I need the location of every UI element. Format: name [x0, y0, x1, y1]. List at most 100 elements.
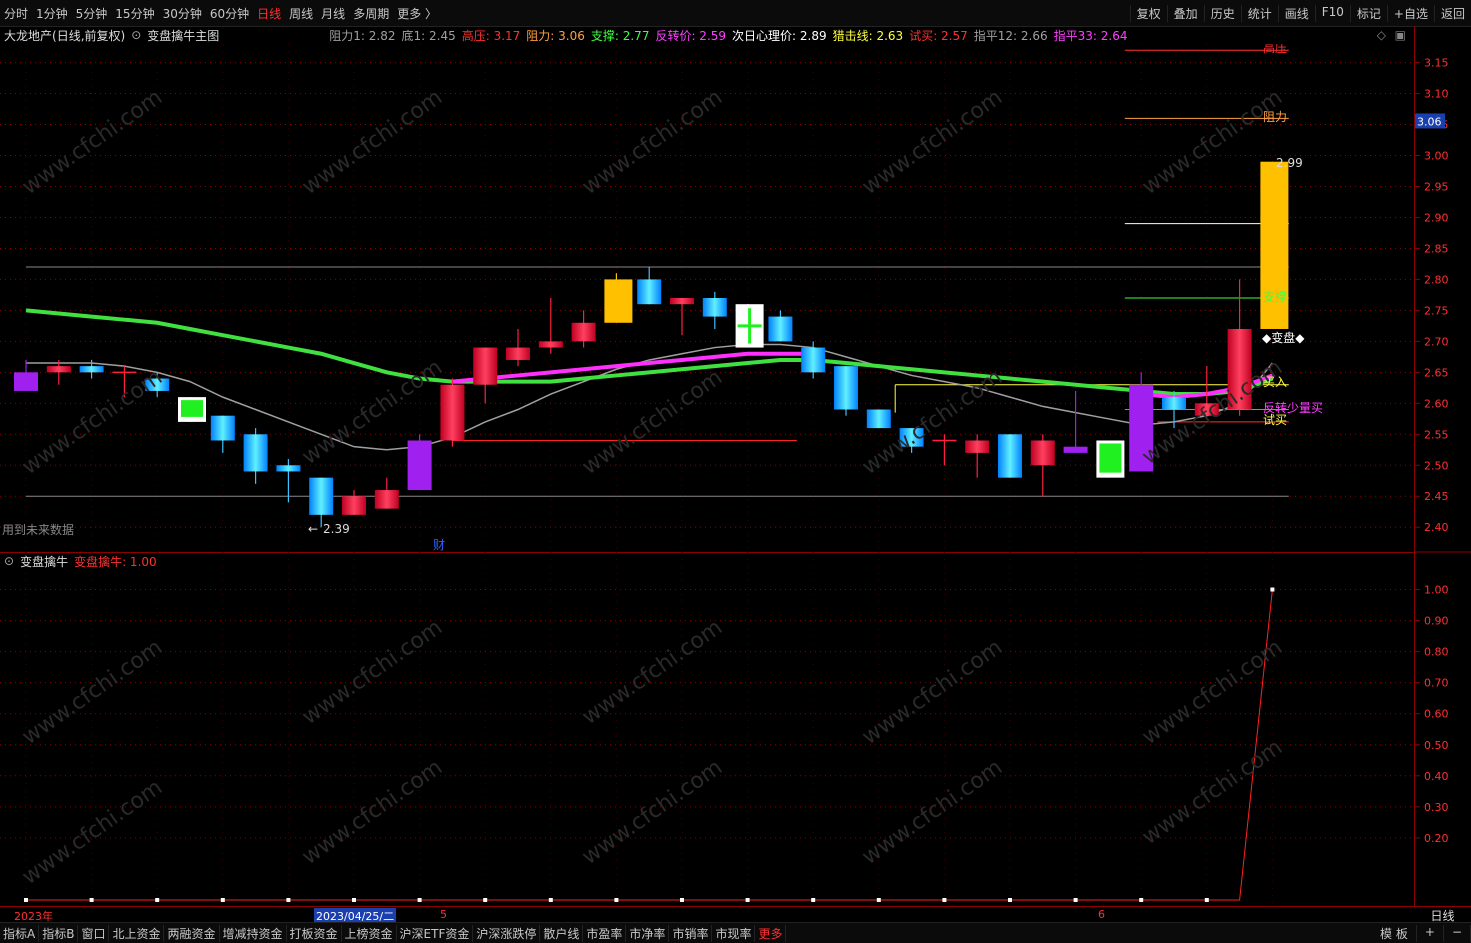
info-value-9: 指平12: 2.66 [973, 28, 1048, 43]
tab-2[interactable]: 窗口 [78, 924, 110, 942]
diamond-icon[interactable]: ◇ [1377, 28, 1386, 42]
sub-point [942, 898, 947, 902]
bottom-tabs: 指标A 指标B 窗口 北上资金 两融资金 增减持资金 打板资金 上榜资金 沪深ETF资金 沪深涨跌… [0, 922, 1471, 943]
tab-15[interactable]: 更多 [755, 924, 787, 942]
period-1[interactable]: 1分钟 [32, 5, 72, 22]
candle[interactable] [14, 359, 38, 391]
candle-body [1063, 446, 1088, 453]
candle[interactable] [571, 310, 596, 348]
candle[interactable] [834, 366, 858, 416]
tab-7[interactable]: 上榜资金 [342, 924, 397, 942]
action-2[interactable]: 历史 [1203, 4, 1241, 22]
candle[interactable] [145, 372, 170, 398]
candle[interactable] [998, 434, 1022, 478]
candle[interactable] [768, 310, 793, 342]
candle[interactable] [178, 397, 206, 422]
tab-12[interactable]: 市净率 [626, 924, 670, 942]
candle[interactable] [932, 434, 957, 466]
action-6[interactable]: 标记 [1349, 4, 1387, 22]
candle[interactable] [440, 378, 465, 447]
period-4[interactable]: 30分钟 [159, 5, 206, 22]
candle-body [604, 279, 633, 323]
tab-13[interactable]: 市销率 [669, 924, 713, 942]
period-8[interactable]: 月线 [317, 5, 349, 22]
period-6[interactable]: 日线 [253, 5, 285, 22]
candle[interactable] [538, 298, 563, 354]
sub-indicator-chart[interactable] [0, 552, 1414, 906]
tab-right-1[interactable]: + [1417, 924, 1444, 942]
candle-body [46, 366, 71, 373]
candle[interactable] [374, 477, 399, 509]
action-5[interactable]: F10 [1314, 4, 1350, 22]
window-icon[interactable]: ▣ [1395, 28, 1406, 42]
candle[interactable] [1063, 390, 1088, 453]
candlestick-chart[interactable]: 用到未来数据 ← 2.392.99财高压阻力支撑◆变盘◆买入反转少量买试买 [0, 40, 1414, 552]
action-3[interactable]: 统计 [1240, 4, 1278, 22]
candle[interactable] [735, 304, 764, 348]
tab-6[interactable]: 打板资金 [287, 924, 342, 942]
candle-body [1162, 397, 1186, 410]
tab-11[interactable]: 市盈率 [583, 924, 627, 942]
action-7[interactable]: +自选 [1386, 4, 1434, 22]
candle[interactable] [965, 434, 990, 478]
candle[interactable] [342, 490, 366, 515]
sub-tick-label: 0.20 [1424, 832, 1449, 845]
tab-9[interactable]: 沪深涨跌停 [473, 924, 541, 942]
tab-right-0[interactable]: 模 板 [1372, 924, 1417, 942]
support-label: 支撑 [1263, 289, 1287, 304]
price-tick-label: 2.90 [1424, 211, 1449, 224]
candle[interactable] [637, 267, 662, 305]
period-9[interactable]: 多周期 [349, 5, 393, 22]
tab-5[interactable]: 增减持资金 [220, 924, 287, 942]
tab-0[interactable]: 指标A [0, 924, 40, 942]
tab-4[interactable]: 两融资金 [164, 924, 220, 942]
indicator-toggle-icon[interactable]: ⊙ [131, 28, 141, 42]
candle[interactable] [243, 428, 268, 484]
candle[interactable] [1096, 440, 1125, 478]
action-0[interactable]: 复权 [1129, 4, 1167, 22]
candle[interactable] [899, 428, 924, 453]
candle[interactable] [473, 347, 498, 404]
candle[interactable] [1129, 372, 1154, 472]
candle[interactable] [702, 291, 727, 329]
candle[interactable] [1227, 279, 1252, 416]
candle[interactable] [309, 477, 334, 528]
period-3[interactable]: 15分钟 [111, 5, 158, 22]
action-8[interactable]: 返回 [1433, 4, 1471, 22]
action-4[interactable]: 画线 [1277, 4, 1315, 22]
candle[interactable] [112, 366, 137, 398]
candle[interactable] [407, 434, 432, 491]
period-0[interactable]: 分时 [0, 5, 32, 22]
period-2[interactable]: 5分钟 [72, 5, 112, 22]
price-tick-label: 2.50 [1424, 459, 1449, 472]
indicator-name[interactable]: 变盘擒牛主图 [147, 27, 219, 44]
period-5[interactable]: 60分钟 [206, 5, 253, 22]
candle[interactable] [604, 273, 633, 323]
indicator-info-bar: 大龙地产 (日线,前复权) ⊙ 变盘擒牛主图 阻力1: 2.82 底1: 2.45… [0, 26, 1414, 44]
tab-1[interactable]: 指标B [39, 924, 79, 942]
sub-toggle-icon[interactable]: ⊙ [4, 554, 14, 568]
info-value-5: 反转价: 2.59 [655, 28, 727, 43]
candle-body [768, 316, 793, 342]
tab-3[interactable]: 北上资金 [109, 924, 165, 942]
candle[interactable] [670, 298, 694, 336]
sub-chart[interactable] [0, 552, 1414, 906]
candle[interactable] [210, 415, 235, 453]
period-10[interactable]: 更多 〉 [393, 5, 441, 22]
tab-8[interactable]: 沪深ETF资金 [397, 924, 474, 942]
sub-point [483, 898, 488, 902]
main-chart[interactable]: 用到未来数据 ← 2.39 2.99 财高压 阻力 支撑 ◆变盘◆ 买入 反转少量买 试买 [0, 40, 1414, 553]
period-label[interactable]: 日线 [1414, 906, 1471, 923]
candle[interactable] [866, 409, 891, 429]
tab-right-2[interactable]: − [1444, 924, 1471, 942]
period-7[interactable]: 周线 [285, 5, 317, 22]
tab-14[interactable]: 市现率 [712, 924, 756, 942]
action-1[interactable]: 叠加 [1166, 4, 1204, 22]
tab-10[interactable]: 散户线 [540, 924, 584, 942]
cai-mark: 财 [433, 538, 445, 552]
candle[interactable] [506, 328, 530, 367]
sub-point [1270, 587, 1275, 592]
sub-indicator-name[interactable]: 变盘擒牛 [20, 553, 68, 570]
candle[interactable] [1030, 434, 1055, 497]
candle-body [506, 347, 530, 360]
